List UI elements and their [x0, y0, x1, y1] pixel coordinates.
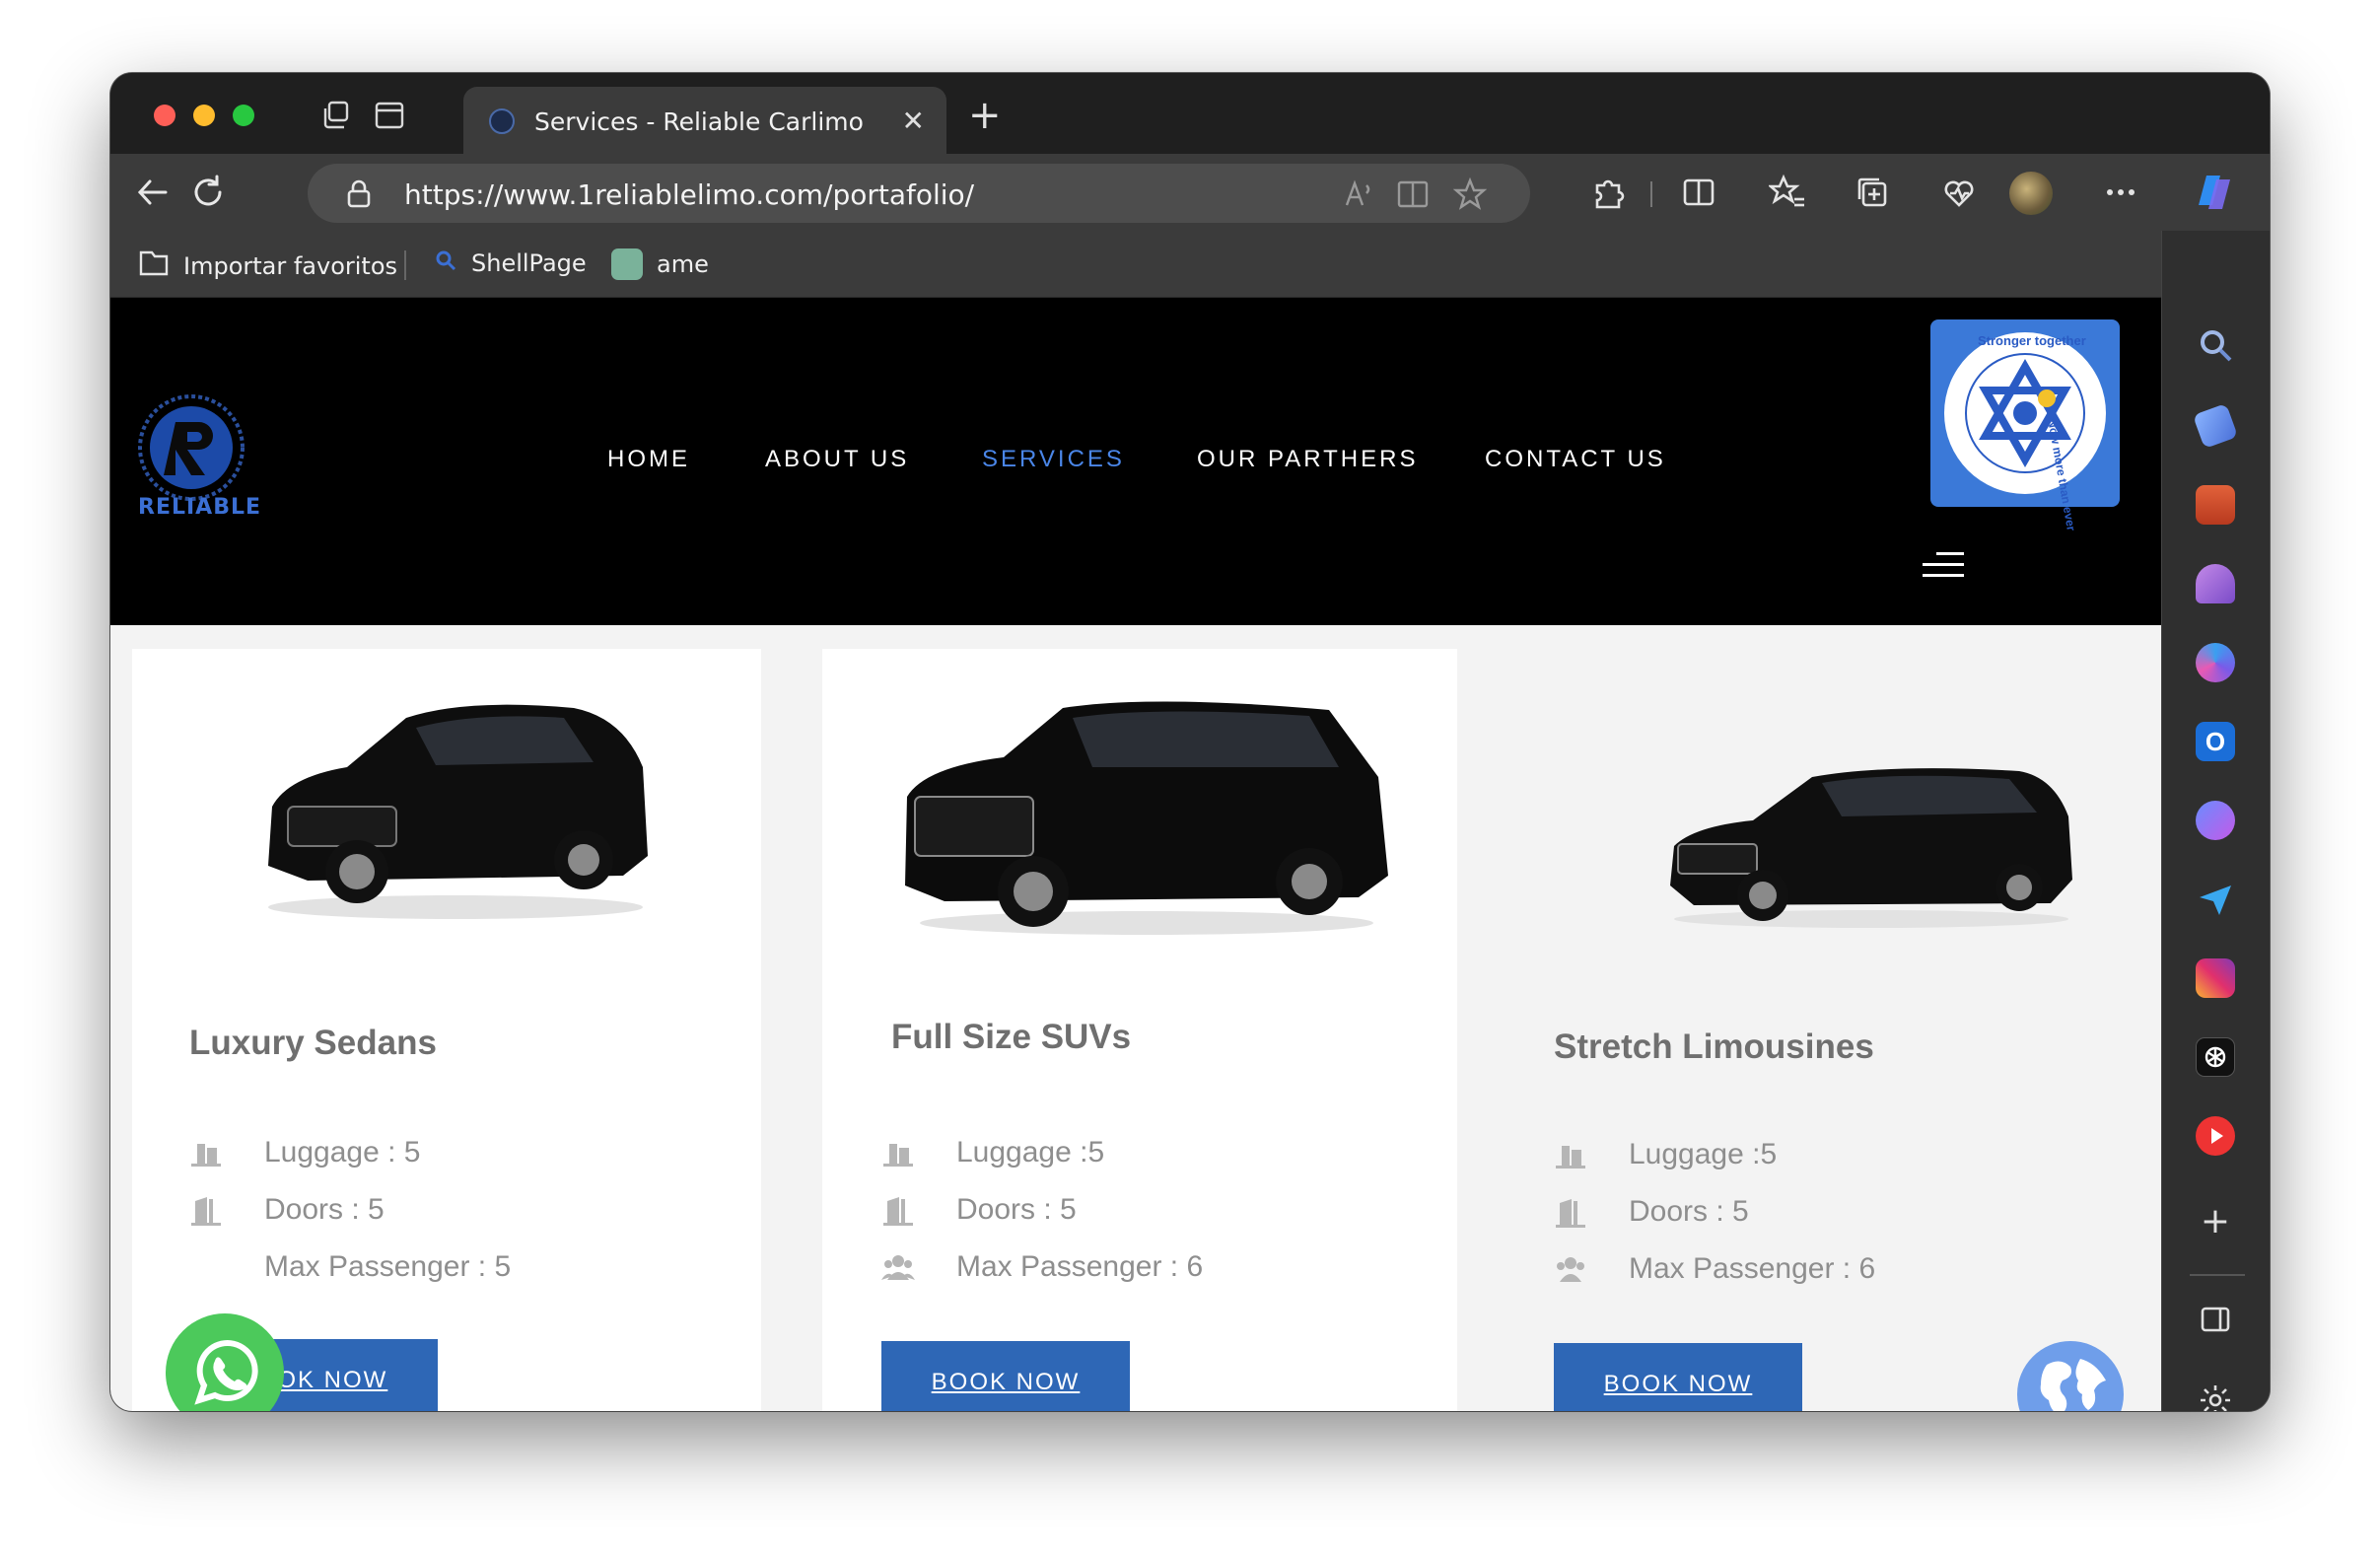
book-now-button[interactable]: BOOK NOW: [1554, 1343, 1802, 1411]
tab-bar: Services - Reliable Carlimo ✕ +: [110, 73, 2270, 154]
close-window-button[interactable]: [154, 105, 175, 126]
new-tab-icon[interactable]: +: [968, 93, 1002, 138]
doors-spec: Doors : 5: [1629, 1195, 1749, 1228]
chatgpt-icon[interactable]: [2196, 1037, 2235, 1077]
settings-gear-icon[interactable]: [2196, 1381, 2235, 1411]
nav-contact-us[interactable]: CONTACT US: [1485, 446, 1666, 473]
favorite-shellpage[interactable]: ShellPage: [434, 248, 587, 278]
edge-sidebar: O +: [2161, 231, 2270, 1411]
whatsapp-chat-icon[interactable]: [166, 1313, 284, 1411]
doors-spec: Doors : 5: [956, 1193, 1077, 1226]
search-icon: [434, 248, 457, 278]
service-card-luxury-sedans: Luxury Sedans Luggage : 5 Doors : 5 Max …: [132, 649, 761, 1411]
microsoft-365-icon[interactable]: [2196, 643, 2235, 682]
luggage-icon: [189, 1136, 223, 1169]
web-page: RELIABLE HOME ABOUT US SERVICES OUR PART…: [110, 298, 2161, 1411]
sidebar-divider: [2190, 1274, 2245, 1276]
luggage-icon: [1554, 1138, 1587, 1171]
language-globe-icon[interactable]: [2017, 1341, 2124, 1411]
passengers-spec: Max Passenger : 5: [264, 1250, 512, 1283]
doors-spec: Doors : 5: [264, 1193, 385, 1226]
luggage-icon: [881, 1136, 915, 1169]
favorites-bar: Importar favoritos ShellPage ame: [110, 231, 2161, 298]
door-icon: [1554, 1195, 1587, 1229]
outlook-icon[interactable]: O: [2196, 722, 2235, 761]
drop-send-icon[interactable]: [2196, 880, 2235, 919]
site-header: RELIABLE HOME ABOUT US SERVICES OUR PART…: [110, 298, 2161, 625]
designer-icon[interactable]: [2196, 801, 2235, 840]
nav-services[interactable]: SERVICES: [982, 446, 1125, 473]
tab-title: Services - Reliable Carlimo: [534, 107, 864, 136]
tab-services[interactable]: Services - Reliable Carlimo ✕: [463, 87, 946, 154]
add-sidebar-app-icon[interactable]: +: [2196, 1201, 2235, 1241]
toolbar-divider: [1650, 181, 1652, 207]
read-aloud-icon[interactable]: [1343, 177, 1376, 211]
luggage-spec: Luggage :5: [956, 1136, 1105, 1168]
book-now-button[interactable]: BOOK NOW: [881, 1341, 1130, 1411]
badge-text-top: Stronger together: [1978, 333, 2086, 348]
nav-about-us[interactable]: ABOUT US: [765, 446, 909, 473]
url-text[interactable]: https://www.1reliablelimo.com/portafolio…: [404, 178, 974, 211]
tools-briefcase-icon[interactable]: [2196, 485, 2235, 525]
games-icon[interactable]: [2196, 564, 2235, 603]
favorites-divider: [404, 250, 406, 280]
immersive-reader-icon[interactable]: [1396, 177, 1430, 211]
nav-our-parthers[interactable]: OUR PARTHERS: [1197, 446, 1418, 473]
tab-actions-icon[interactable]: [373, 99, 406, 132]
favorite-ame[interactable]: ame: [611, 248, 709, 280]
door-icon: [189, 1193, 223, 1227]
favorite-label: ame: [657, 250, 709, 278]
service-card-full-size-suvs: Full Size SUVs Luggage :5 Doors : 5 Max …: [822, 649, 1457, 1411]
hide-sidebar-icon[interactable]: [2196, 1300, 2235, 1339]
passengers-icon: [881, 1250, 915, 1284]
service-card-stretch-limousines: Stretch Limousines Luggage :5 Doors : 5 …: [1526, 649, 2157, 1411]
youtube-icon[interactable]: [2196, 1116, 2235, 1156]
site-favicon-icon: [489, 108, 515, 134]
luggage-spec: Luggage :5: [1629, 1138, 1778, 1170]
card-title: Stretch Limousines: [1554, 1027, 1874, 1066]
logo-wordmark: RELIABLE: [138, 495, 262, 520]
maximize-window-button[interactable]: [233, 105, 254, 126]
close-tab-icon[interactable]: ✕: [902, 105, 925, 137]
openai-icon: [611, 248, 643, 280]
shopping-tag-icon[interactable]: [2192, 402, 2239, 450]
passengers-spec: Max Passenger : 6: [1629, 1252, 1876, 1285]
passengers-icon: [1554, 1252, 1587, 1286]
full-size-suv-image: [895, 688, 1398, 945]
refresh-icon[interactable]: [187, 172, 229, 213]
nav-home[interactable]: HOME: [607, 446, 690, 473]
favorite-star-icon[interactable]: [1452, 177, 1488, 211]
copilot-icon[interactable]: [2193, 170, 2238, 215]
favorites-icon[interactable]: [1767, 174, 1806, 211]
reliable-logo[interactable]: RELIABLE: [134, 392, 260, 521]
extensions-icon[interactable]: [1589, 174, 1627, 211]
browser-window: Services - Reliable Carlimo ✕ + https://…: [110, 73, 2270, 1411]
favorite-label: ShellPage: [471, 249, 587, 277]
address-bar-row: https://www.1reliablelimo.com/portafolio…: [110, 154, 2270, 231]
luxury-sedan-image: [248, 678, 663, 925]
browser-essentials-icon[interactable]: [1940, 174, 1978, 211]
stretch-limousine-image: [1664, 757, 2078, 935]
luggage-spec: Luggage : 5: [264, 1136, 421, 1168]
passengers-spec: Max Passenger : 6: [956, 1250, 1204, 1283]
menu-hamburger-icon[interactable]: [1923, 552, 1964, 578]
more-options-icon[interactable]: [2102, 174, 2139, 211]
workspaces-icon[interactable]: [319, 99, 353, 132]
import-favorites-icon: [138, 248, 170, 284]
back-icon[interactable]: [132, 172, 174, 213]
split-screen-icon[interactable]: [1680, 174, 1717, 211]
address-bar[interactable]: https://www.1reliablelimo.com/portafolio…: [308, 164, 1530, 223]
favorite-import[interactable]: Importar favoritos: [138, 248, 397, 284]
minimize-window-button[interactable]: [193, 105, 215, 126]
favorite-label: Importar favoritos: [183, 252, 398, 280]
lock-icon[interactable]: [345, 178, 373, 208]
search-icon[interactable]: [2196, 325, 2235, 365]
card-title: Full Size SUVs: [891, 1018, 1132, 1056]
instagram-icon[interactable]: [2196, 958, 2235, 998]
door-icon: [881, 1193, 915, 1227]
stronger-together-badge[interactable]: Stronger together Now more than ever: [1930, 319, 2120, 531]
collections-icon[interactable]: [1854, 174, 1891, 211]
card-title: Luxury Sedans: [189, 1024, 437, 1062]
profile-avatar[interactable]: [2009, 172, 2053, 215]
